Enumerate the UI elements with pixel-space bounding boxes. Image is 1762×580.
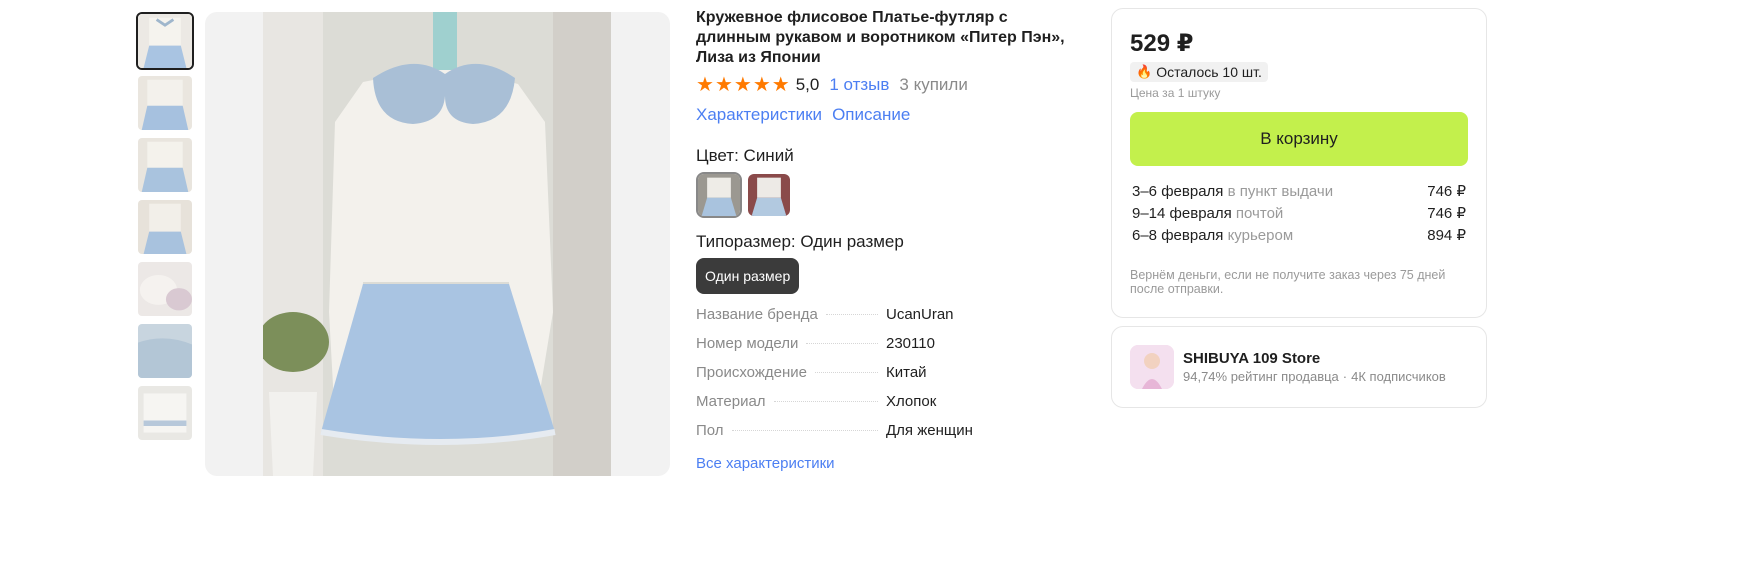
info-tabs: Характеристики Описание [696,102,1086,128]
size-label: Типоразмер: Один размер [696,232,904,251]
thumbnail-7[interactable] [136,384,194,442]
color-swatch-blue[interactable] [696,172,742,218]
spec-value: UcanUran [886,306,954,323]
spec-key: Происхождение [696,364,807,381]
delivery-options: 3–6 февраля в пункт выдачи 746 ₽ 9–14 фе… [1130,180,1468,246]
unit-price-note: Цена за 1 штуку [1130,86,1221,100]
spec-value: Хлопок [886,393,937,410]
seller-card[interactable]: SHIBUYA 109 Store 94,74% рейтинг продавц… [1111,326,1487,408]
rating-row: ★ ★ ★ ★ ★ 5,0 1 отзыв 3 купили [696,72,1086,98]
thumbnail-list [136,12,196,446]
delivery-option: 3–6 февраля в пункт выдачи 746 ₽ [1130,180,1468,202]
thumbnail-2[interactable] [136,74,194,132]
spec-row: Материал Хлопок [696,393,996,422]
spec-key: Название бренда [696,306,818,323]
thumbnail-5[interactable] [136,260,194,318]
spec-row: Номер модели 230110 [696,335,996,364]
delivery-option: 6–8 февраля курьером 894 ₽ [1130,224,1468,246]
delivery-method: в пункт выдачи [1227,182,1334,200]
thumbnail-3[interactable] [136,136,194,194]
spec-key: Материал [696,393,766,410]
spec-value: Для женщин [886,422,973,439]
reviews-link[interactable]: 1 отзыв [829,75,889,95]
color-swatch-alt[interactable] [746,172,792,218]
seller-subscribers: 4К подписчиков [1351,369,1446,384]
product-info: Кружевное флисовое Платье-футляр с длинн… [696,8,1086,472]
spec-row: Название бренда UcanUran [696,306,996,335]
delivery-method: почтой [1235,204,1284,222]
seller-rating: 94,74% рейтинг продавца [1183,369,1339,384]
product-title: Кружевное флисовое Платье-футляр с длинн… [696,9,1065,66]
buy-box: 529 ₽ 🔥 Осталось 10 шт. Цена за 1 штуку … [1111,8,1487,318]
color-label: Цвет: Синий [696,146,794,165]
fire-icon: 🔥 [1136,64,1153,79]
product-image [263,12,611,476]
spec-row: Пол Для женщин [696,422,996,451]
seller-avatar [1130,345,1174,389]
spec-value: 230110 [886,335,935,352]
spec-key: Номер модели [696,335,799,352]
tab-characteristics[interactable]: Характеристики [696,105,822,125]
price: 529 ₽ [1130,30,1194,57]
delivery-price: 746 ₽ [1427,183,1466,200]
rating-value: 5,0 [795,75,820,94]
stock-badge: 🔥 Осталось 10 шт. [1130,62,1268,82]
spec-key: Пол [696,422,724,439]
star-icon: ★ [733,74,752,96]
rating-stars: ★ ★ ★ ★ ★ [696,75,790,95]
star-icon: ★ [752,74,771,96]
tab-description[interactable]: Описание [832,105,910,125]
delivery-method: курьером [1227,226,1294,244]
delivery-option: 9–14 февраля почтой 746 ₽ [1130,202,1468,224]
spec-row: Происхождение Китай [696,364,996,393]
delivery-price: 894 ₽ [1427,227,1466,244]
spec-value: Китай [886,364,927,381]
thumbnail-4[interactable] [136,198,194,256]
stock-text: Осталось 10 шт. [1156,64,1262,80]
add-to-cart-button[interactable]: В корзину [1130,112,1468,166]
color-swatches [696,172,1086,218]
delivery-date: 6–8 февраля [1132,226,1224,244]
delivery-price: 746 ₽ [1427,205,1466,222]
star-icon: ★ [696,74,714,96]
main-product-photo[interactable] [205,12,670,476]
thumbnail-1[interactable] [136,12,194,70]
refund-note: Вернём деньги, если не получите заказ че… [1130,268,1446,296]
star-icon: ★ [714,74,733,96]
specs-table: Название бренда UcanUran Номер модели 2301… [696,306,996,451]
delivery-date: 9–14 февраля [1132,204,1232,222]
bought-count: 3 купили [899,75,968,94]
delivery-date: 3–6 февраля [1132,182,1224,200]
thumbnail-6[interactable] [136,322,194,380]
size-option-one-size[interactable]: Один размер [696,258,800,294]
all-specs-link[interactable]: Все характеристики [696,455,1086,472]
seller-name: SHIBUYA 109 Store [1183,350,1321,367]
seller-meta: 94,74% рейтинг продавца · 4К подписчиков [1183,369,1446,384]
star-icon: ★ [771,74,790,96]
